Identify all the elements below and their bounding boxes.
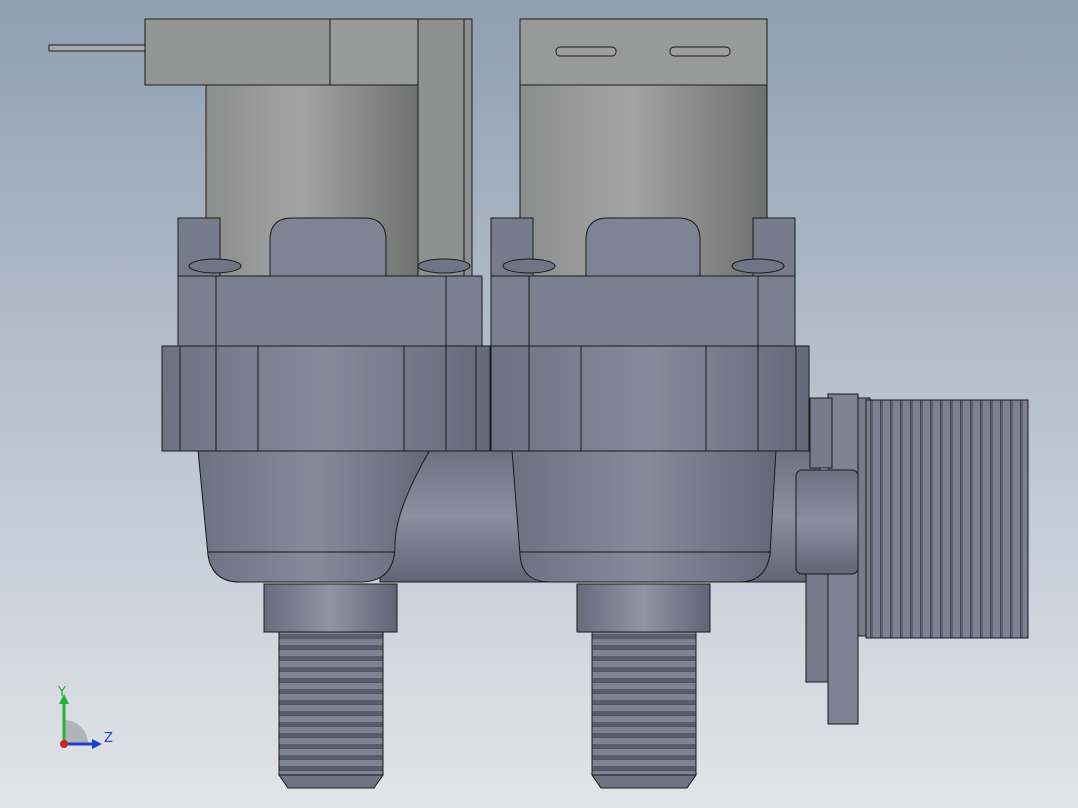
right-valve-upper-block xyxy=(490,275,796,349)
triad-z-label: Z xyxy=(104,731,113,746)
right-outlet-thread xyxy=(591,631,697,776)
inlet-thread xyxy=(865,399,1029,639)
left-coil-connector xyxy=(144,18,331,86)
right-coil-slot-1 xyxy=(555,46,617,57)
right-coil-slot-2 xyxy=(669,46,731,57)
reference-triad: Y Z xyxy=(50,686,120,756)
left-valve-screw-1 xyxy=(188,258,242,274)
triad-z-arrow-icon xyxy=(92,739,102,749)
left-outlet-thread xyxy=(278,631,384,776)
triad-x-axis-dot xyxy=(60,740,68,748)
left-valve-screw-2 xyxy=(417,258,471,274)
left-valve-yoke xyxy=(269,217,387,277)
triad-y-label: Y xyxy=(58,685,66,700)
right-valve-body[interactable] xyxy=(490,217,810,583)
left-coil-pin xyxy=(48,44,147,52)
right-valve-flange xyxy=(490,345,810,452)
right-valve-yoke xyxy=(585,217,701,277)
graphics-viewport[interactable]: Y Z xyxy=(0,0,1078,808)
right-valve-screw-1 xyxy=(502,258,556,274)
triad-plane-arc xyxy=(64,720,88,744)
left-solenoid-coil[interactable] xyxy=(48,18,473,281)
left-outlet-nipple[interactable] xyxy=(263,583,398,789)
left-valve-flange xyxy=(161,345,491,452)
inlet-fitting[interactable] xyxy=(795,393,1029,725)
right-valve-screw-2 xyxy=(731,258,785,274)
right-outlet-nipple[interactable] xyxy=(576,583,711,789)
solenoid-valve-model[interactable] xyxy=(0,0,1078,808)
inlet-collar xyxy=(795,469,859,575)
left-valve-upper-block xyxy=(177,275,483,349)
right-valve-bowl xyxy=(511,449,777,583)
